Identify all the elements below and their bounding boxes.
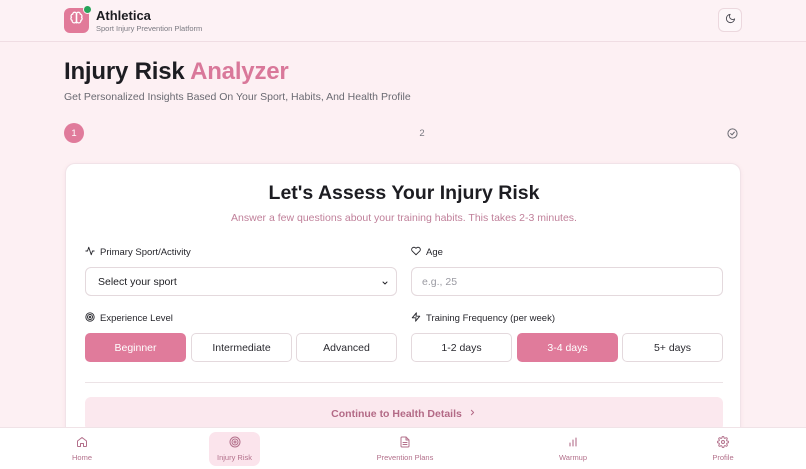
logo[interactable]: [64, 5, 92, 33]
document-icon: [399, 436, 411, 450]
top-bar: Athletica Sport Injury Prevention Platfo…: [0, 0, 806, 42]
moon-icon: [725, 11, 736, 29]
sport-select[interactable]: Select your sport: [85, 267, 397, 296]
chevron-right-icon: [468, 408, 477, 420]
step-1-indicator: 1: [64, 123, 84, 143]
nav-label-profile: Profile: [712, 453, 734, 462]
page-title-main: Injury Risk: [64, 58, 185, 85]
page-title-accent: Analyzer: [190, 58, 289, 85]
chevron-down-icon: [381, 278, 389, 290]
sport-label: Primary Sport/Activity: [85, 246, 191, 259]
brand-subtitle: Sport Injury Prevention Platform: [96, 24, 203, 33]
heart-icon: [411, 246, 421, 259]
gear-icon: [717, 436, 729, 450]
continue-label: Continue to Health Details: [331, 408, 462, 420]
frequency-label-text: Training Frequency (per week): [426, 313, 556, 324]
frequency-option-1-2[interactable]: 1-2 days: [411, 333, 512, 362]
experience-option-beginner[interactable]: Beginner: [85, 333, 186, 362]
sport-select-value: Select your sport: [98, 275, 177, 288]
bottom-nav: Home Injury Risk Prevention Plans Warmup: [0, 427, 806, 469]
age-label: Age: [411, 246, 443, 259]
frequency-option-5-plus[interactable]: 5+ days: [622, 333, 723, 362]
continue-button[interactable]: Continue to Health Details: [85, 397, 723, 431]
sport-label-text: Primary Sport/Activity: [100, 247, 191, 258]
divider: [85, 382, 723, 383]
frequency-option-3-4[interactable]: 3-4 days: [517, 333, 618, 362]
status-dot: [83, 5, 92, 14]
frequency-label: Training Frequency (per week): [411, 312, 555, 325]
assessment-card: Let's Assess Your Injury Risk Answer a f…: [65, 163, 741, 463]
check-circle-icon: [725, 126, 739, 140]
nav-item-injury-risk[interactable]: Injury Risk: [209, 432, 260, 466]
nav-label-warmup: Warmup: [558, 453, 588, 462]
experience-option-intermediate[interactable]: Intermediate: [191, 333, 292, 362]
nav-item-warmup[interactable]: Warmup: [552, 432, 594, 466]
nav-item-home[interactable]: Home: [62, 432, 102, 466]
nav-label-prevention-plans: Prevention Plans: [376, 453, 434, 462]
home-icon: [76, 436, 88, 450]
page-title: Injury Risk Analyzer: [64, 58, 289, 86]
experience-label-text: Experience Level: [100, 313, 173, 324]
brand-name: Athletica: [96, 8, 151, 23]
lightning-icon: [411, 312, 421, 325]
theme-toggle-button[interactable]: [718, 8, 742, 32]
step-2-indicator: 2: [419, 127, 425, 139]
nav-label-home: Home: [71, 453, 92, 462]
experience-label: Experience Level: [85, 312, 173, 325]
nav-item-profile[interactable]: Profile: [703, 432, 743, 466]
experience-option-advanced[interactable]: Advanced: [296, 333, 397, 362]
nav-label-injury-risk: Injury Risk: [216, 453, 252, 462]
card-subtitle: Answer a few questions about your traini…: [231, 212, 577, 224]
age-label-text: Age: [426, 247, 443, 258]
target-icon: [229, 436, 241, 450]
card-title: Let's Assess Your Injury Risk: [268, 182, 540, 204]
bar-chart-icon: [567, 436, 579, 450]
age-input[interactable]: [411, 267, 723, 296]
activity-icon: [85, 246, 95, 259]
brain-icon: [69, 11, 84, 31]
target-icon: [85, 312, 95, 325]
page-subtitle: Get Personalized Insights Based On Your …: [64, 91, 411, 103]
nav-item-prevention-plans[interactable]: Prevention Plans: [370, 432, 440, 466]
